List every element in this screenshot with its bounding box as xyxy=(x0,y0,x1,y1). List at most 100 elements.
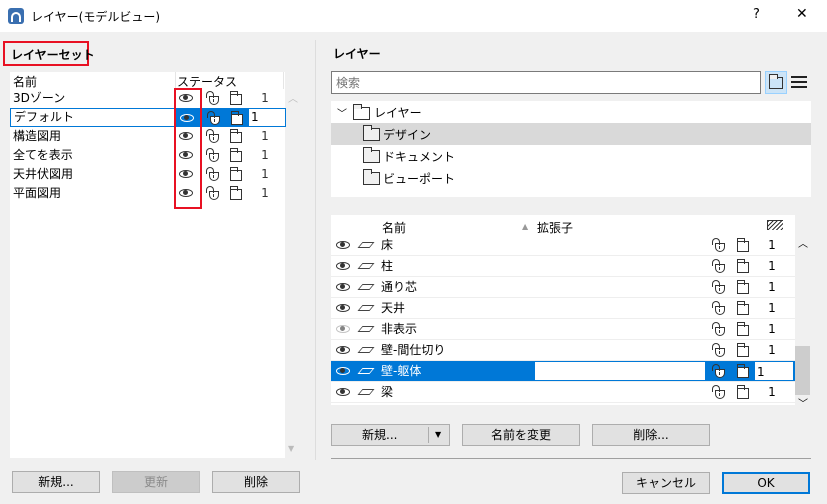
layer-icon xyxy=(357,242,375,248)
layer-set-row[interactable]: 平面図用 1 xyxy=(10,184,286,203)
layer-row[interactable]: 梁 1 xyxy=(331,382,795,403)
layer-row[interactable]: 壁-躯体 1 xyxy=(331,361,795,382)
update-layer-set-button[interactable]: 更新 xyxy=(112,471,200,493)
unlock-icon[interactable] xyxy=(712,343,725,357)
folder-icon[interactable] xyxy=(230,91,242,105)
pen-set-number: 1 xyxy=(768,343,776,357)
scroll-thumb[interactable] xyxy=(795,346,810,395)
folder-icon[interactable] xyxy=(230,129,242,143)
new-layer-set-button[interactable]: 新規... xyxy=(12,471,100,493)
folder-icon[interactable] xyxy=(737,238,749,252)
ok-button[interactable]: OK xyxy=(722,472,810,494)
folder-list-icon xyxy=(769,74,783,89)
column-header-name[interactable]: 名前 xyxy=(13,73,37,90)
pen-set-number: 1 xyxy=(768,238,776,252)
delete-layer-set-button[interactable]: 削除 xyxy=(212,471,300,493)
unlock-icon[interactable] xyxy=(712,301,725,315)
layer-set-row[interactable]: 全てを表示 1 xyxy=(10,146,286,165)
layer-set-row[interactable]: デフォルト 1 xyxy=(10,108,286,127)
pen-set-input[interactable]: 1 xyxy=(251,108,259,127)
left-scrollbar[interactable]: ︿ ▼ xyxy=(286,90,300,458)
list-view-icon[interactable] xyxy=(791,76,807,88)
unlock-icon[interactable] xyxy=(206,167,219,181)
layer-row[interactable]: 柱 1 xyxy=(331,256,795,277)
layer-name: 柱 xyxy=(381,259,394,273)
folder-icon[interactable] xyxy=(737,322,749,336)
layer-set-row[interactable]: 構造図用 1 xyxy=(10,127,286,146)
eye-hidden-icon[interactable] xyxy=(336,325,350,333)
layer-set-row[interactable]: 3Dゾーン 1 xyxy=(10,89,286,108)
unlock-icon[interactable] xyxy=(712,385,725,399)
folder-icon[interactable] xyxy=(737,364,749,378)
folder-icon[interactable] xyxy=(737,385,749,399)
unlock-icon[interactable] xyxy=(712,364,725,378)
layer-icon xyxy=(357,347,375,353)
layer-name: 壁-躯体 xyxy=(381,364,422,378)
new-layer-button[interactable]: 新規... ▼ xyxy=(331,424,450,446)
column-divider xyxy=(283,72,284,89)
split-divider xyxy=(428,427,429,443)
folder-icon[interactable] xyxy=(231,111,243,125)
unlock-icon[interactable] xyxy=(712,259,725,273)
folder-icon[interactable] xyxy=(737,301,749,315)
layer-row[interactable]: 非表示 1 xyxy=(331,319,795,340)
cancel-button[interactable]: キャンセル xyxy=(622,472,710,494)
unlock-icon[interactable] xyxy=(206,129,219,143)
folder-icon[interactable] xyxy=(230,148,242,162)
column-header-extension[interactable]: 拡張子 xyxy=(537,219,573,236)
scroll-down-icon[interactable]: ﹀ xyxy=(798,395,808,410)
search-input[interactable] xyxy=(331,71,761,94)
folder-icon[interactable] xyxy=(737,259,749,273)
eye-icon[interactable] xyxy=(336,283,350,291)
help-button[interactable]: ? xyxy=(753,7,760,22)
scroll-down-icon[interactable]: ▼ xyxy=(288,444,294,453)
tree-folder-item[interactable]: デザイン xyxy=(331,123,811,145)
extension-input[interactable] xyxy=(535,362,705,380)
tree-folder-item[interactable]: ドキュメント xyxy=(331,145,811,167)
scroll-up-icon[interactable]: ︿ xyxy=(798,235,808,250)
eye-icon[interactable] xyxy=(336,241,350,249)
eye-icon[interactable] xyxy=(336,346,350,354)
eye-icon[interactable] xyxy=(336,304,350,312)
pen-set-number: 1 xyxy=(261,148,269,162)
layer-name: 非表示 xyxy=(381,322,418,336)
layer-icon xyxy=(357,305,375,311)
folder-icon[interactable] xyxy=(737,280,749,294)
layer-row[interactable]: 通り芯 1 xyxy=(331,277,795,298)
rename-layer-button[interactable]: 名前を変更 xyxy=(462,424,580,446)
chevron-down-icon[interactable]: ﹀ xyxy=(337,105,347,120)
scroll-up-icon[interactable]: ︿ xyxy=(288,90,298,105)
layer-row[interactable]: 床 1 xyxy=(331,235,795,256)
unlock-icon[interactable] xyxy=(206,91,219,105)
status-highlight-box xyxy=(174,88,202,209)
close-button[interactable]: ✕ xyxy=(796,6,808,22)
app-icon xyxy=(8,8,24,24)
column-header-name[interactable]: 名前 xyxy=(382,219,406,236)
eye-icon[interactable] xyxy=(336,388,350,396)
layer-row[interactable]: 天井 1 xyxy=(331,298,795,319)
folder-icon[interactable] xyxy=(230,186,242,200)
tree-folder-item[interactable]: ビューポート xyxy=(331,167,811,189)
unlock-icon[interactable] xyxy=(206,148,219,162)
eye-icon[interactable] xyxy=(336,367,350,375)
layer-scrollbar[interactable]: ︿ ﹀ xyxy=(795,235,811,410)
unlock-icon[interactable] xyxy=(712,238,725,252)
pen-hatch-column-icon[interactable] xyxy=(767,220,783,230)
tree-view-button[interactable] xyxy=(765,71,787,94)
eye-icon[interactable] xyxy=(336,262,350,270)
unlock-icon[interactable] xyxy=(206,186,219,200)
tree-root[interactable]: レイヤー xyxy=(374,104,422,121)
folder-icon[interactable] xyxy=(230,167,242,181)
layer-set-row[interactable]: 天井伏図用 1 xyxy=(10,165,286,184)
pen-set-input[interactable]: 1 xyxy=(755,362,793,380)
dropdown-arrow-icon[interactable]: ▼ xyxy=(435,425,441,445)
layer-icon xyxy=(357,263,375,269)
layer-row[interactable]: 壁-間仕切り 1 xyxy=(331,340,795,361)
new-layer-label[interactable]: 新規... xyxy=(362,428,397,442)
delete-layer-button[interactable]: 削除... xyxy=(592,424,710,446)
layer-name: 床 xyxy=(381,238,394,252)
folder-icon[interactable] xyxy=(737,343,749,357)
unlock-icon[interactable] xyxy=(712,322,725,336)
unlock-icon[interactable] xyxy=(712,280,725,294)
separator-line xyxy=(331,458,811,459)
